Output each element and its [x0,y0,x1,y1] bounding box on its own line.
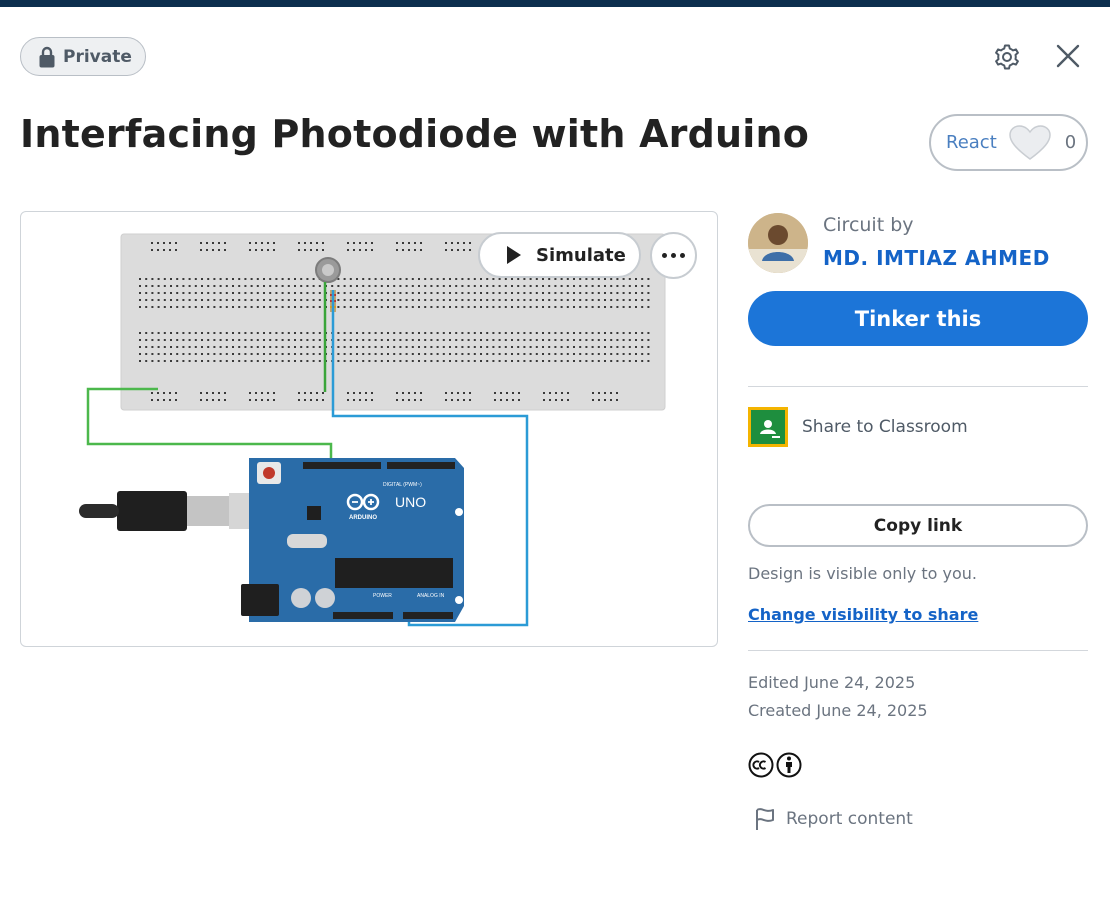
author-link[interactable]: MD. IMTIAZ AHMED [823,246,1050,270]
gear-icon[interactable] [992,42,1022,72]
share-classroom-label: Share to Classroom [802,417,968,437]
divider [748,386,1088,387]
more-dot [671,253,676,258]
react-count: 0 [1064,132,1077,153]
flag-icon [756,808,774,830]
top-bar [0,0,1110,7]
lock-icon [39,46,55,67]
avatar[interactable] [748,213,808,273]
more-dot [680,253,685,258]
copy-link-button[interactable]: Copy link [748,504,1088,547]
attribution-icon [776,752,802,778]
react-label: React [946,132,997,153]
heart-icon [1009,124,1051,160]
edited-date: Edited June 24, 2025 [748,673,916,692]
board-brand-label: ARDUINO [349,515,377,521]
play-icon [507,246,521,264]
cc-icon [748,752,774,778]
visibility-badge[interactable]: Private [20,37,146,76]
analog-header-label: ANALOG IN [417,593,445,599]
report-content-link[interactable]: Report content [754,807,913,831]
board-uno-label: UNO [395,494,426,510]
google-classroom-icon [748,407,788,447]
license-icons[interactable] [748,752,802,778]
simulate-label: Simulate [536,244,626,266]
circuit-preview[interactable]: UNO ARDUINO DIGITAL (PWM~) POWER ANALOG … [20,211,718,647]
visibility-note: Design is visible only to you. [748,564,977,583]
more-options-button[interactable] [650,232,697,279]
report-content-label: Report content [786,809,913,829]
tinker-button[interactable]: Tinker this [748,291,1088,346]
power-header-label: POWER [373,593,392,599]
divider [748,650,1088,651]
visibility-badge-label: Private [63,46,132,67]
close-icon[interactable] [1055,43,1081,69]
more-dot [662,253,667,258]
change-visibility-link[interactable]: Change visibility to share [748,605,978,624]
microcontroller-chip [335,558,453,588]
react-button[interactable]: React 0 [929,114,1088,171]
share-classroom-button[interactable]: Share to Classroom [748,407,968,447]
digital-header-label: DIGITAL (PWM~) [383,482,422,488]
simulate-button[interactable]: Simulate [478,232,641,278]
created-date: Created June 24, 2025 [748,701,928,720]
circuit-by-label: Circuit by [823,214,914,236]
page-title: Interfacing Photodiode with Arduino [20,112,810,156]
